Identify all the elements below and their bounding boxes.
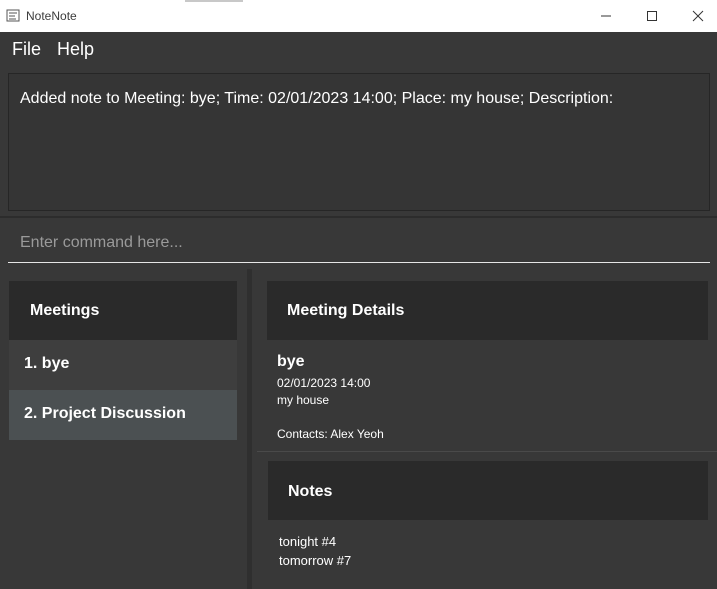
meeting-list-item[interactable]: 1. bye xyxy=(9,340,237,390)
meeting-name: bye xyxy=(277,353,305,370)
maximize-icon xyxy=(647,11,657,21)
title-bar-accent xyxy=(185,0,243,2)
minimize-icon xyxy=(601,15,611,17)
meeting-list-item-label: 2. Project Discussion xyxy=(24,405,186,422)
result-text: Added note to Meeting: bye; Time: 02/01/… xyxy=(20,90,614,107)
meeting-place: my house xyxy=(277,393,330,407)
meeting-list-item-label: 1. bye xyxy=(24,355,70,372)
notes-header: Notes xyxy=(268,461,708,520)
meeting-details-header-label: Meeting Details xyxy=(287,302,405,319)
minimize-button[interactable] xyxy=(583,0,629,32)
meetings-header-label: Meetings xyxy=(30,302,100,319)
menu-bar: File Help xyxy=(0,32,717,67)
command-box xyxy=(8,226,710,263)
meeting-contacts: Contacts: Alex Yeoh xyxy=(277,427,384,441)
details-divider xyxy=(257,451,717,452)
divider xyxy=(0,216,717,218)
panel-splitter[interactable] xyxy=(247,269,252,589)
meeting-details-header: Meeting Details xyxy=(267,281,708,340)
meetings-header: Meetings xyxy=(9,281,237,340)
close-icon xyxy=(692,10,704,22)
app-icon xyxy=(6,9,20,22)
maximize-button[interactable] xyxy=(629,0,675,32)
close-button[interactable] xyxy=(675,0,717,32)
window-title: NoteNote xyxy=(26,9,77,23)
menu-file[interactable]: File xyxy=(12,39,41,60)
command-input[interactable] xyxy=(8,226,710,260)
menu-help[interactable]: Help xyxy=(57,39,94,60)
note-item: tonight #4 xyxy=(279,534,337,549)
notes-header-label: Notes xyxy=(288,483,333,500)
meeting-time: 02/01/2023 14:00 xyxy=(277,376,371,390)
note-item: tomorrow #7 xyxy=(279,553,352,568)
result-display[interactable]: Added note to Meeting: bye; Time: 02/01/… xyxy=(8,73,710,211)
meeting-list-item-selected[interactable]: 2. Project Discussion xyxy=(9,390,237,440)
title-bar: NoteNote xyxy=(0,0,717,32)
